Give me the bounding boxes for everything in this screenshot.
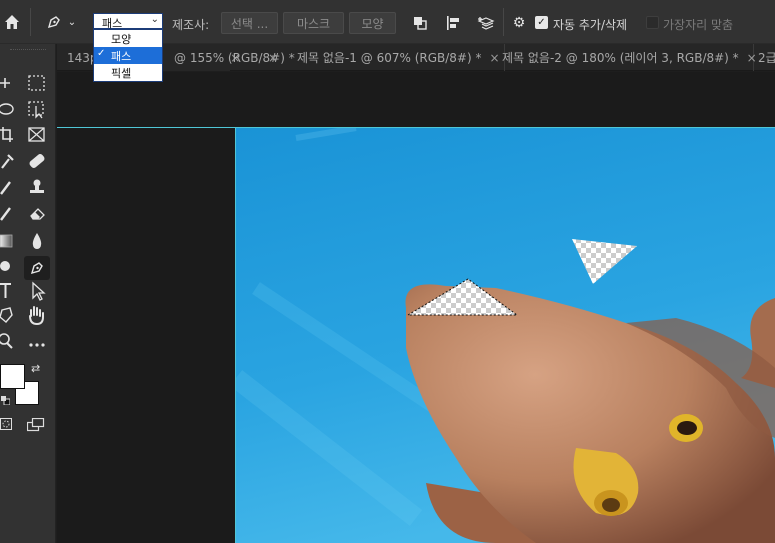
align-edges-label: 가장자리 맞춤 [663,18,734,32]
eraser-tool-icon[interactable] [30,208,45,220]
type-tool-icon[interactable] [0,283,11,298]
tab-document-2[interactable]: 제목 없음-1 @ 607% (RGB/8#) * × [287,44,505,71]
mode-option-pixels[interactable]: 픽셀 [94,64,162,81]
frame-tool-icon[interactable] [28,127,45,142]
custom-shape-tool-icon[interactable] [0,307,13,323]
clone-stamp-tool-icon[interactable] [30,179,44,194]
hand-tool-icon[interactable] [29,306,44,326]
mode-dropdown-list: 모양 ✓ 패스 픽셀 [93,29,163,82]
eyedropper-tool-icon[interactable] [1,154,14,169]
close-icon[interactable]: × [268,51,278,65]
separator [503,8,504,36]
make-label: 제조사: [172,18,210,32]
tab-document-4[interactable]: 2급 [750,44,775,71]
gradient-tool-icon[interactable] [0,234,13,248]
auto-add-delete-checkbox[interactable]: ✓ [535,16,548,29]
shape-button[interactable]: 모양 [349,12,396,34]
path-operations-icon[interactable] [410,13,430,33]
swap-colors-icon[interactable]: ⇄ [31,362,40,375]
toolbar-grip [10,49,46,53]
path-selection-tool-icon[interactable] [32,281,46,301]
chevron-down-icon[interactable]: ⌄ [66,15,78,29]
lasso-tool-icon[interactable] [0,103,14,115]
healing-brush-tool-icon[interactable] [28,153,45,169]
align-edges-checkbox[interactable] [646,16,659,29]
foreground-color-swatch[interactable] [0,364,25,389]
pen-tool-button[interactable] [24,256,50,280]
blur-tool-icon[interactable] [32,233,42,249]
marquee-tool-icon[interactable] [28,75,45,91]
path-arrangement-icon[interactable] [475,13,497,33]
path-alignment-icon[interactable] [443,13,463,33]
tab-label: 제목 없음-2 @ 180% (레이어 3, RGB/8#) * [502,51,739,65]
quick-mask-icon[interactable] [0,418,12,430]
mode-option-label: 패스 [111,50,132,63]
selection-button[interactable]: 선택 ... [221,12,278,34]
mode-option-path[interactable]: ✓ 패스 [94,47,162,64]
zoom-tool-icon[interactable] [0,333,13,349]
checkmark-icon: ✓ [97,48,106,59]
default-colors-icon[interactable] [1,394,11,406]
mode-option-label: 모양 [111,33,132,46]
dodge-tool-icon[interactable] [0,261,10,271]
separator [30,8,31,36]
mode-option-shape[interactable]: 모양 [94,30,162,47]
crop-tool-icon[interactable] [0,127,13,142]
tab-document-3[interactable]: 제목 없음-2 @ 180% (레이어 3, RGB/8#) * × [492,44,757,71]
pen-tool-icon[interactable] [44,12,64,32]
tab-label: 제목 없음-1 @ 607% (RGB/8#) * [297,51,482,65]
mode-option-label: 픽셀 [111,67,132,80]
home-icon[interactable] [2,12,22,32]
tab-label: 2급 [758,51,775,65]
move-tool-icon[interactable] [0,78,10,88]
octopus-photo[interactable] [236,128,775,543]
auto-add-delete-label: 자동 추가/삭제 [553,18,628,32]
mask-button[interactable]: 마스크 [283,12,344,34]
screen-mode-icon[interactable] [26,417,45,432]
gear-icon[interactable]: ⚙ [510,14,528,32]
brush-tool-icon[interactable] [0,181,11,195]
object-selection-tool-icon[interactable] [28,101,44,119]
mode-select[interactable]: 패스 ⌄ [93,13,163,30]
history-brush-tool-icon[interactable] [0,207,11,221]
pen-tool-icon [30,262,43,275]
chevron-down-icon: ⌄ [150,14,159,25]
tools-panel: ⇄ [0,44,56,543]
canvas-image [236,128,775,543]
more-tools-icon[interactable] [29,343,45,347]
